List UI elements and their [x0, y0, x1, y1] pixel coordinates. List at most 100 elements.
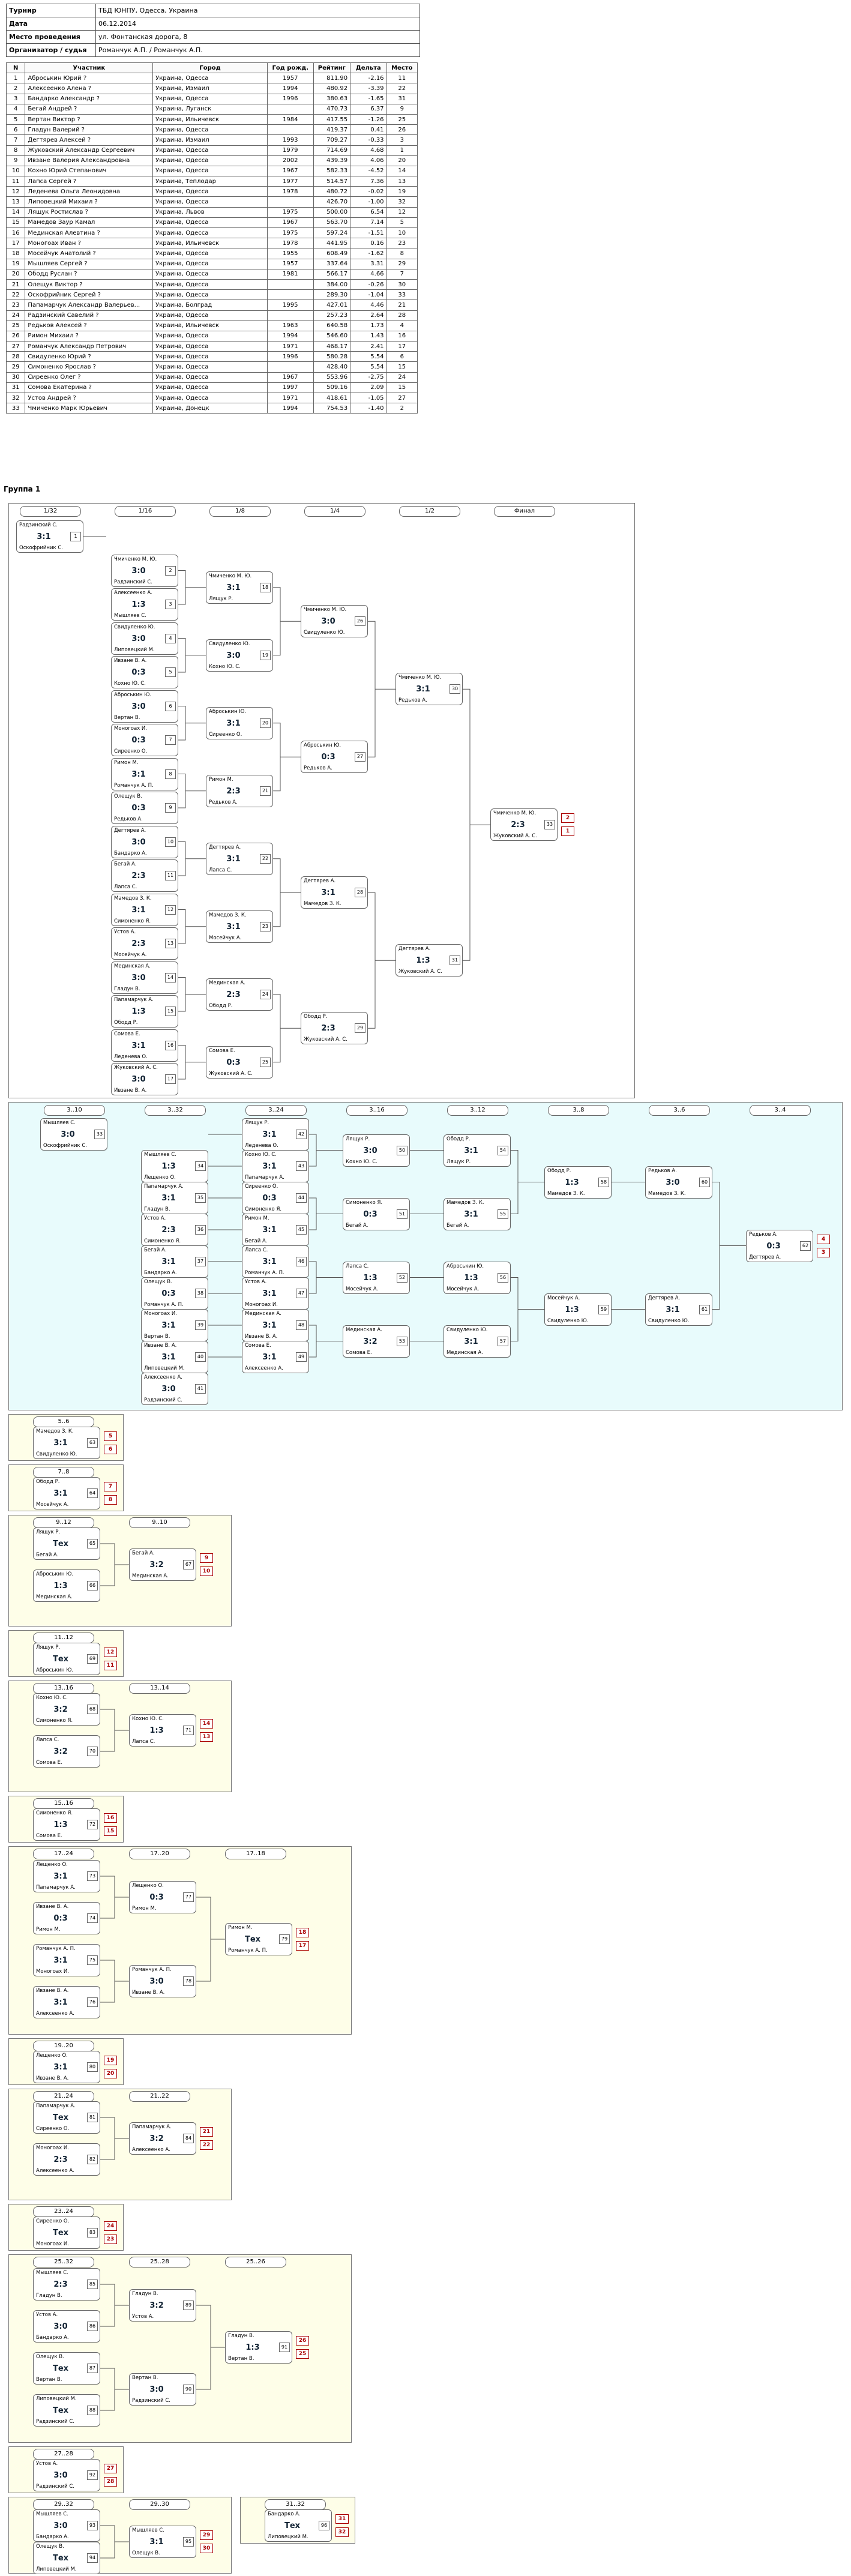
final-place: 31 — [335, 2514, 349, 2524]
table-cell: 380.63 — [313, 93, 351, 104]
match-score: 3:2 — [363, 1337, 377, 1346]
connector-line — [712, 1182, 720, 1310]
final-place: 15 — [104, 1826, 117, 1836]
match-score: 3:1 — [149, 2538, 164, 2547]
table-cell: -1.00 — [350, 196, 387, 208]
connector-line — [100, 1876, 115, 1919]
final-place: 5 — [104, 1431, 117, 1441]
table-cell: Украина, Одесса — [152, 330, 268, 342]
match-box: Аброськин Ю. 3:0 Вертан В. 6 — [111, 690, 178, 723]
player-one: Симоненко Я. — [36, 1810, 73, 1816]
match-box: Мамедов З. К. 3:1 Мосейчук А. 23 — [206, 910, 273, 943]
player-one: Мамедов З. К. — [36, 1428, 74, 1434]
match-number: 30 — [450, 684, 460, 694]
player-one: Аброськин Ю. — [447, 1263, 484, 1269]
match-score: 3:1 — [262, 1257, 277, 1266]
table-cell: 2 — [386, 403, 418, 414]
table-cell: 1.73 — [350, 320, 387, 331]
table-cell: Ободд Руслан ? — [25, 268, 154, 280]
table-cell: Украина, Одесса — [152, 145, 268, 156]
player-two: Алексеенко А. — [36, 2011, 74, 2017]
round-header: 29..30 — [129, 2499, 190, 2510]
connector-line — [100, 1543, 115, 1586]
match-number: 33 — [94, 1130, 105, 1139]
round-header: 3..12 — [447, 1105, 508, 1116]
match-score: 1:3 — [464, 1273, 478, 1283]
match-number: 47 — [296, 1289, 307, 1298]
player-one: Редьков А. — [648, 1167, 677, 1174]
match-score: 1:3 — [131, 1007, 146, 1016]
table-cell: 16 — [5, 227, 26, 239]
match-box: Жуковский А. С. 3:0 Ивзане В. А. 17 — [111, 1063, 178, 1095]
match-number: 69 — [87, 1654, 98, 1664]
table-cell: 10 — [386, 227, 418, 239]
player-one: Романчук А. П. — [36, 1946, 76, 1952]
table-cell: Украина, Одесса — [152, 186, 268, 197]
player-one: Олещук В. — [36, 2354, 64, 2360]
table-row: 5 Вертан Виктор ? Украина, Ильичевск 1984 41… — [5, 113, 418, 125]
player-two: Кохно Ю. С. — [114, 681, 146, 687]
connector-line — [178, 706, 186, 741]
match-number: 72 — [87, 1820, 98, 1829]
table-cell: 500.00 — [313, 206, 351, 218]
match-box: Сомова Е. 3:1 Алексеенко А. 49 — [242, 1341, 309, 1373]
table-cell: Украина, Одесса — [152, 196, 268, 208]
table-cell: Украина, Одесса — [152, 341, 268, 352]
match-score: 3:1 — [131, 769, 146, 779]
table-cell: 1996 — [267, 93, 314, 104]
round-header: 31..32 — [265, 2499, 326, 2510]
final-place: 27 — [104, 2464, 117, 2473]
placement-match-7: 31..32 Бандарко А. Тех Липовецкий М. 96 31 32 — [240, 2497, 355, 2544]
table-cell: Украина, Одесса — [152, 93, 268, 104]
table-cell: 2002 — [267, 155, 314, 166]
player-one: Лящук Р. — [245, 1120, 269, 1126]
table-cell: 21 — [5, 278, 26, 290]
player-two: Кохно Ю. С. — [209, 663, 241, 670]
table-cell: Аброськин Юрий ? — [25, 73, 154, 84]
match-number: 65 — [87, 1539, 98, 1548]
table-cell: 25 — [386, 113, 418, 125]
connector-lines — [83, 536, 490, 1080]
player-two: Папамарчук А. — [36, 1885, 76, 1891]
match-number: 58 — [598, 1177, 609, 1187]
final-place: 21 — [200, 2127, 213, 2137]
table-cell: 1995 — [267, 299, 314, 311]
match-number: 54 — [498, 1145, 508, 1155]
table-cell: Украина, Одесса — [152, 351, 268, 363]
match-score: 1:3 — [53, 1820, 68, 1829]
round-header: 21..22 — [129, 2091, 190, 2102]
match-box: Кохно Ю. С. 3:2 Симоненко Я. 68 — [33, 1693, 100, 1726]
player-two: Романчук А. П. — [144, 1302, 184, 1308]
table-cell: 3 — [5, 93, 26, 104]
player-two: Ободд Р. — [114, 1020, 138, 1026]
player-two: Жуковский А. С. — [398, 969, 442, 975]
match-box: Римон М. 3:1 Бегай А. 45 — [242, 1214, 309, 1246]
player-two: Мамедов З. К. — [304, 901, 341, 907]
table-cell: Украина, Донецк — [152, 403, 268, 414]
match-number: 23 — [260, 921, 271, 931]
table-cell: Ивзане Валерия Александровна — [25, 155, 154, 166]
table-cell: 5.54 — [350, 351, 387, 363]
table-cell: -1.04 — [350, 289, 387, 301]
match-score: 1:3 — [565, 1305, 579, 1314]
table-cell: 439.39 — [313, 155, 351, 166]
info-value: 06.12.2014 — [95, 17, 420, 31]
table-cell: -4.52 — [350, 165, 387, 177]
final-place: 30 — [200, 2544, 213, 2553]
match-score: 3:1 — [262, 1162, 277, 1171]
match-score: 0:3 — [161, 1289, 176, 1298]
round-header: 3..6 — [649, 1105, 710, 1116]
table-cell: 1977 — [267, 176, 314, 187]
match-number: 42 — [296, 1130, 307, 1139]
match-score: 0:3 — [53, 1914, 68, 1923]
table-cell: 470.73 — [313, 103, 351, 115]
table-cell: Чмиченко Марк Юрьевич — [25, 403, 154, 414]
player-one: Ободд Р. — [36, 1479, 60, 1485]
match-number: 62 — [800, 1241, 811, 1251]
player-two: Романчук А. П. — [245, 1270, 284, 1276]
final-place: 13 — [200, 1732, 213, 1742]
table-cell: 5 — [386, 217, 418, 229]
player-two: Бегай А. — [346, 1222, 368, 1229]
match-box: Романчук А. П. 3:1 Моногоах И. 75 — [33, 1944, 100, 1976]
info-key: Турнир — [6, 4, 96, 17]
